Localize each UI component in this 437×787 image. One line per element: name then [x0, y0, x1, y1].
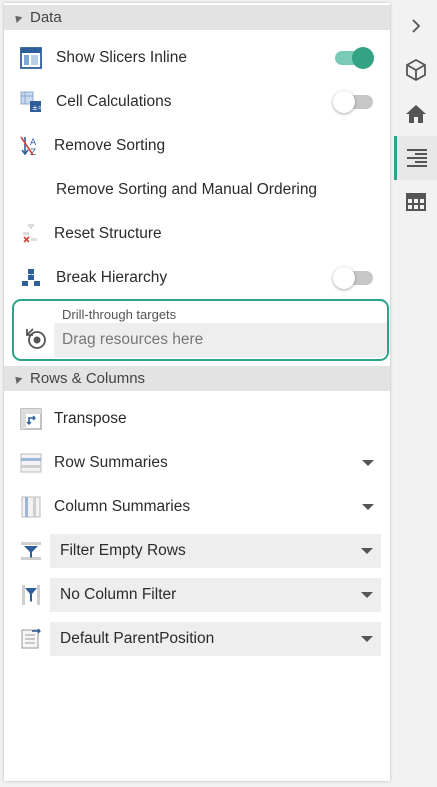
row-label: Remove Sorting	[54, 137, 166, 154]
chevron-down-icon[interactable]	[361, 592, 373, 598]
row-row-summaries[interactable]: Row Summaries	[4, 443, 390, 483]
toggle-knob	[352, 47, 374, 69]
drill-through-placeholder: Drag resources here	[62, 331, 204, 348]
hierarchy-icon	[22, 269, 40, 286]
rail-properties-button[interactable]	[394, 136, 437, 180]
column-summaries-icon	[21, 496, 41, 518]
row-reset-structure[interactable]: Reset Structure	[4, 214, 390, 254]
drill-through-drop-zone[interactable]: Drill-through targets Drag resources her…	[12, 299, 389, 361]
collapse-triangle-icon	[12, 12, 23, 23]
rail-table-button[interactable]	[394, 180, 437, 224]
rail-cube-button[interactable]	[394, 48, 437, 92]
section-title: Data	[30, 9, 62, 26]
break-hierarchy-toggle[interactable]	[333, 267, 373, 289]
collapse-triangle-icon	[12, 373, 23, 384]
section-title: Rows & Columns	[30, 370, 146, 387]
row-label: Transpose	[54, 410, 127, 427]
row-parent-position[interactable]: Default ParentPosition	[4, 619, 390, 659]
row-show-slicers-inline[interactable]: Show Slicers Inline	[4, 38, 390, 78]
svg-text:A: A	[30, 138, 37, 148]
calculator-icon: ±=	[20, 91, 42, 112]
chevron-down-icon[interactable]	[362, 460, 374, 466]
cell-calculations-toggle[interactable]	[333, 91, 373, 113]
transpose-icon	[20, 408, 42, 430]
row-transpose[interactable]: Transpose	[4, 399, 390, 439]
slicer-icon	[20, 47, 42, 69]
cube-icon	[405, 58, 426, 82]
section-header-rows-columns[interactable]: Rows & Columns	[4, 366, 390, 391]
filter-empty-rows-dropdown[interactable]: Filter Empty Rows	[50, 534, 381, 568]
row-column-summaries[interactable]: Column Summaries	[4, 487, 390, 527]
drill-through-label: Drill-through targets	[62, 307, 177, 322]
row-label: Column Summaries	[54, 498, 191, 515]
drill-through-input[interactable]: Drag resources here	[54, 323, 387, 357]
row-label: Reset Structure	[54, 225, 162, 242]
home-icon	[405, 105, 426, 123]
chevron-down-icon[interactable]	[362, 504, 374, 510]
chevron-down-icon[interactable]	[361, 636, 373, 642]
row-no-column-filter[interactable]: No Column Filter	[4, 575, 390, 615]
row-label: Cell Calculations	[56, 93, 172, 110]
sort-az-icon: A Z	[20, 136, 37, 157]
table-icon	[405, 193, 426, 211]
row-label: Show Slicers Inline	[56, 49, 187, 66]
svg-text:±=: ±=	[32, 104, 42, 112]
dropdown-value: Default ParentPosition	[60, 630, 215, 647]
dropdown-value: No Column Filter	[60, 586, 177, 603]
row-remove-sorting-manual[interactable]: Remove Sorting and Manual Ordering	[4, 170, 390, 210]
dropdown-value: Filter Empty Rows	[60, 542, 186, 559]
filter-columns-icon	[22, 585, 40, 605]
section-header-data[interactable]: Data	[4, 5, 390, 30]
row-remove-sorting[interactable]: A Z Remove Sorting	[4, 126, 390, 166]
parent-position-icon	[21, 628, 41, 649]
show-slicers-toggle[interactable]	[335, 47, 374, 69]
parent-position-dropdown[interactable]: Default ParentPosition	[50, 622, 381, 656]
reset-structure-icon	[23, 224, 37, 243]
chevron-right-icon	[411, 19, 420, 33]
row-label: Remove Sorting and Manual Ordering	[56, 181, 318, 198]
side-rail	[394, 0, 437, 787]
row-filter-empty-rows[interactable]: Filter Empty Rows	[4, 531, 390, 571]
row-label: Row Summaries	[54, 454, 168, 471]
row-break-hierarchy[interactable]: Break Hierarchy	[4, 258, 390, 298]
row-cell-calculations[interactable]: ±= Cell Calculations	[4, 82, 390, 122]
row-label: Break Hierarchy	[56, 269, 168, 286]
toggle-knob	[333, 267, 355, 289]
toggle-knob	[333, 91, 355, 113]
properties-icon	[407, 149, 427, 167]
properties-panel: Data Show Slicers Inline ±= Cell Calcula…	[4, 3, 390, 781]
filter-rows-icon	[21, 542, 41, 560]
row-summaries-icon	[20, 453, 42, 473]
rail-home-button[interactable]	[394, 92, 437, 136]
chevron-down-icon[interactable]	[361, 548, 373, 554]
no-column-filter-dropdown[interactable]: No Column Filter	[50, 578, 381, 612]
rail-collapse-button[interactable]	[394, 4, 437, 48]
drill-through-icon	[26, 328, 46, 349]
